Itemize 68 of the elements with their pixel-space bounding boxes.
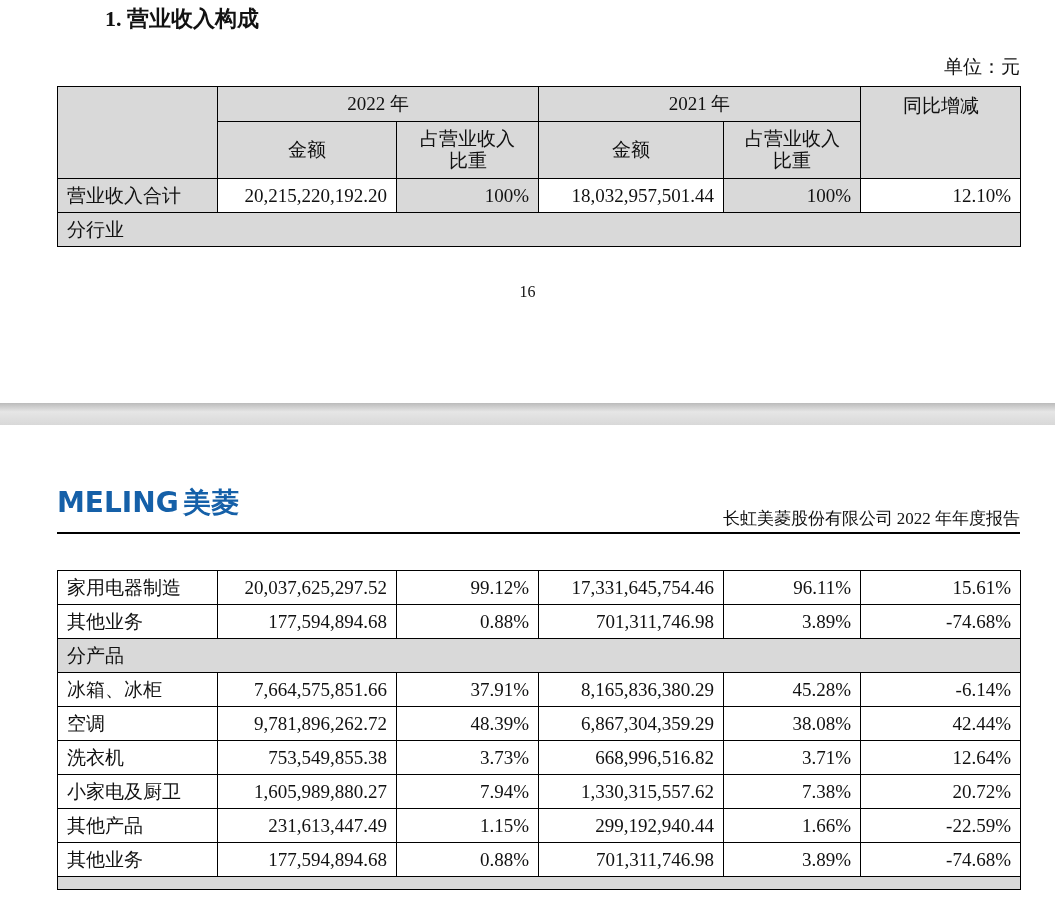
- table-cell: 18,032,957,501.44: [538, 178, 724, 213]
- table-cell: 45.28%: [723, 672, 861, 707]
- table-cell: 48.39%: [396, 706, 539, 741]
- table-cell: 37.91%: [396, 672, 539, 707]
- table-cell: 1,330,315,557.62: [538, 774, 724, 809]
- table-cell: 小家电及厨卫: [57, 774, 218, 809]
- table-cell: 家用电器制造: [57, 570, 218, 605]
- table-cell: -6.14%: [860, 672, 1021, 707]
- section-cell: 分产品: [57, 638, 1021, 673]
- table-cell: 3.71%: [723, 740, 861, 775]
- table-cell: 15.61%: [860, 570, 1021, 605]
- table-cell: 20,037,625,297.52: [217, 570, 397, 605]
- table-cell: 其他业务: [57, 842, 218, 877]
- header-cell: 2021 年: [538, 86, 861, 122]
- table-cell: 231,613,447.49: [217, 808, 397, 843]
- table-cell: 1.66%: [723, 808, 861, 843]
- table-cell: 0.88%: [396, 604, 539, 639]
- table-cell: 20,215,220,192.20: [217, 178, 397, 213]
- header-cell: 占营业收入比重: [723, 121, 861, 179]
- table-cell: 100%: [723, 178, 861, 213]
- table-cell: 96.11%: [723, 570, 861, 605]
- table-cell: 其他产品: [57, 808, 218, 843]
- table-cell: 7.94%: [396, 774, 539, 809]
- table-cell: 12.10%: [860, 178, 1021, 213]
- table-cell: -22.59%: [860, 808, 1021, 843]
- table-cell: 100%: [396, 178, 539, 213]
- table-cell: 8,165,836,380.29: [538, 672, 724, 707]
- table-cell: 营业收入合计: [57, 178, 218, 213]
- table-cell: 20.72%: [860, 774, 1021, 809]
- table-cell: 7,664,575,851.66: [217, 672, 397, 707]
- table-cell: 冰箱、冰柜: [57, 672, 218, 707]
- table-cell: 42.44%: [860, 706, 1021, 741]
- table-cell: 1,605,989,880.27: [217, 774, 397, 809]
- table-cell: 38.08%: [723, 706, 861, 741]
- header-cell: 金额: [217, 121, 397, 179]
- table-cell: 177,594,894.68: [217, 604, 397, 639]
- table-cell: 701,311,746.98: [538, 842, 724, 877]
- header-cell: 占营业收入比重: [396, 121, 539, 179]
- table-cell: 668,996,516.82: [538, 740, 724, 775]
- table-cell: 9,781,896,262.72: [217, 706, 397, 741]
- section-heading: 1. 营业收入构成: [105, 6, 260, 32]
- table-cell: 177,594,894.68: [217, 842, 397, 877]
- section-cell: 分行业: [57, 212, 1021, 247]
- table-cell: 6,867,304,359.29: [538, 706, 724, 741]
- table-cell: 0.88%: [396, 842, 539, 877]
- table-cell: 7.38%: [723, 774, 861, 809]
- unit-label: 单位：元: [944, 56, 1020, 79]
- table-cell: 洗衣机: [57, 740, 218, 775]
- header-cell: 同比增减: [860, 86, 1021, 179]
- table-cell: 空调: [57, 706, 218, 741]
- table-cell: 其他业务: [57, 604, 218, 639]
- table-cell: 3.73%: [396, 740, 539, 775]
- table-cell: 3.89%: [723, 604, 861, 639]
- page-number: 16: [519, 283, 536, 300]
- table-cell: 17,331,645,754.46: [538, 570, 724, 605]
- table-cell: 12.64%: [860, 740, 1021, 775]
- table-cell: -74.68%: [860, 842, 1021, 877]
- table-cell: 701,311,746.98: [538, 604, 724, 639]
- header-cell: 2022 年: [217, 86, 539, 122]
- table-cell: -74.68%: [860, 604, 1021, 639]
- table-cell: 1.15%: [396, 808, 539, 843]
- table-cell: 299,192,940.44: [538, 808, 724, 843]
- table-cell: 99.12%: [396, 570, 539, 605]
- company-logo: MELING 美菱: [57, 487, 239, 519]
- header-cell: 金额: [538, 121, 724, 179]
- running-header: 长虹美菱股份有限公司 2022 年年度报告: [722, 509, 1020, 529]
- table-cell: 3.89%: [723, 842, 861, 877]
- table-cell: 753,549,855.38: [217, 740, 397, 775]
